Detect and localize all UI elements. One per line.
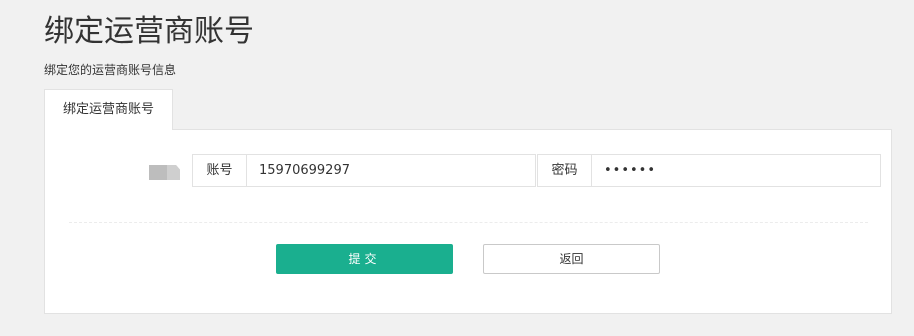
account-input-group: 账号 (192, 154, 536, 187)
submit-button[interactable]: 提交 (276, 244, 453, 274)
password-input[interactable] (592, 155, 880, 186)
account-input[interactable] (247, 155, 535, 186)
page: 绑定运营商账号 绑定您的运营商账号信息 绑定运营商账号 账号 密码 提交 返回 (0, 0, 914, 336)
password-label: 密码 (538, 155, 592, 186)
form-divider (69, 222, 868, 223)
password-input-group: 密码 (537, 154, 881, 187)
carrier-logo-right-block (167, 165, 180, 180)
carrier-logo-icon (149, 165, 180, 180)
page-subtitle: 绑定您的运营商账号信息 (44, 63, 177, 77)
back-button[interactable]: 返回 (483, 244, 660, 274)
account-label: 账号 (193, 155, 247, 186)
carrier-logo-left-block (149, 165, 167, 180)
page-title: 绑定运营商账号 (44, 14, 254, 49)
tab-bind-carrier-account[interactable]: 绑定运营商账号 (44, 89, 173, 130)
